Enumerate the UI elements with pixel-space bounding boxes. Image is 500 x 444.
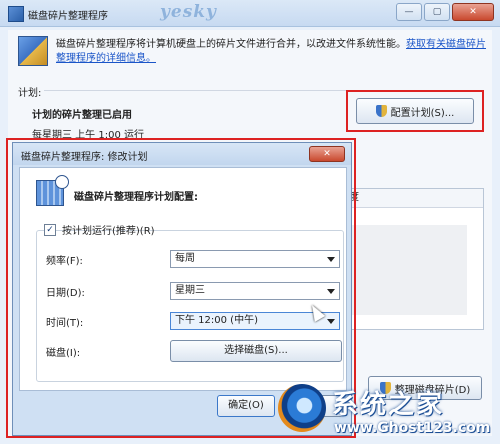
run-on-schedule-checkbox[interactable]: ✓ xyxy=(44,223,56,236)
day-label: 日期(D): xyxy=(46,288,85,299)
configure-highlight-frame: 配置计划(S)... xyxy=(346,90,484,132)
run-on-schedule-row[interactable]: ✓ 按计划运行(推荐)(R) xyxy=(44,222,155,237)
main-window-title: 磁盘碎片整理程序 xyxy=(28,11,108,22)
description-text: 磁盘碎片整理程序将计算机硬盘上的碎片文件进行合并，以改进文件系统性能。 xyxy=(56,39,406,50)
defrag-main-window: 磁盘碎片整理程序 yesky — ▢ ✕ 磁盘碎片整理程序将计算机硬盘上的碎片文… xyxy=(0,0,500,444)
time-value: 下午 12:00 (中午) xyxy=(175,315,258,326)
frequency-value: 每周 xyxy=(175,253,195,264)
yesky-watermark: yesky xyxy=(160,2,217,22)
close-button[interactable]: ✕ xyxy=(452,3,494,21)
dialog-title: 磁盘碎片整理程序: 修改计划 xyxy=(21,152,148,163)
dialog-heading: 磁盘碎片整理程序计划配置: xyxy=(74,192,198,203)
dropdown-arrow-icon xyxy=(327,257,335,262)
dropdown-arrow-icon xyxy=(327,319,335,324)
brand-name: 系统之家 xyxy=(332,390,445,420)
brand-logo-icon xyxy=(278,384,326,432)
frequency-label: 频率(F): xyxy=(46,256,83,267)
frequency-select[interactable]: 每周 xyxy=(170,250,340,268)
clock-icon xyxy=(55,175,69,189)
defrag-icon xyxy=(18,36,48,66)
maximize-button[interactable]: ▢ xyxy=(424,3,450,21)
main-title-bar[interactable]: 磁盘碎片整理程序 yesky — ▢ ✕ xyxy=(0,0,500,27)
day-select[interactable]: 星期三 xyxy=(170,282,340,300)
uac-shield-icon xyxy=(375,105,387,117)
schedule-calendar-icon xyxy=(36,175,69,206)
brand-url: www.Ghost123.com xyxy=(334,420,491,436)
dialog-title-bar[interactable]: 磁盘碎片整理程序: 修改计划 ✕ xyxy=(13,143,351,165)
description: 磁盘碎片整理程序将计算机硬盘上的碎片文件进行合并，以改进文件系统性能。获取有关磁… xyxy=(56,38,486,66)
defrag-app-icon xyxy=(8,6,24,22)
disks-label: 磁盘(I): xyxy=(46,348,81,359)
configure-schedule-button[interactable]: 配置计划(S)... xyxy=(356,98,474,124)
select-disks-button[interactable]: 选择磁盘(S)... xyxy=(170,340,342,362)
dropdown-arrow-icon xyxy=(327,289,335,294)
ghost123-watermark: 系统之家 www.Ghost123.com xyxy=(276,380,500,444)
configure-schedule-label: 配置计划(S)... xyxy=(390,107,455,119)
minimize-button[interactable]: — xyxy=(396,3,422,21)
time-label: 时间(T): xyxy=(46,318,84,329)
ok-button[interactable]: 确定(O) xyxy=(217,395,275,417)
dialog-body: 磁盘碎片整理程序计划配置: ✓ 按计划运行(推荐)(R) 频率(F): 每周 日… xyxy=(19,167,347,391)
schedule-section-label: 计划: xyxy=(18,88,42,99)
run-on-schedule-label: 按计划运行(推荐)(R) xyxy=(62,226,155,237)
window-controls: — ▢ ✕ xyxy=(396,3,494,21)
schedule-status: 计划的碎片整理已启用 xyxy=(32,110,132,121)
dialog-close-button[interactable]: ✕ xyxy=(309,146,345,162)
day-value: 星期三 xyxy=(175,285,205,296)
